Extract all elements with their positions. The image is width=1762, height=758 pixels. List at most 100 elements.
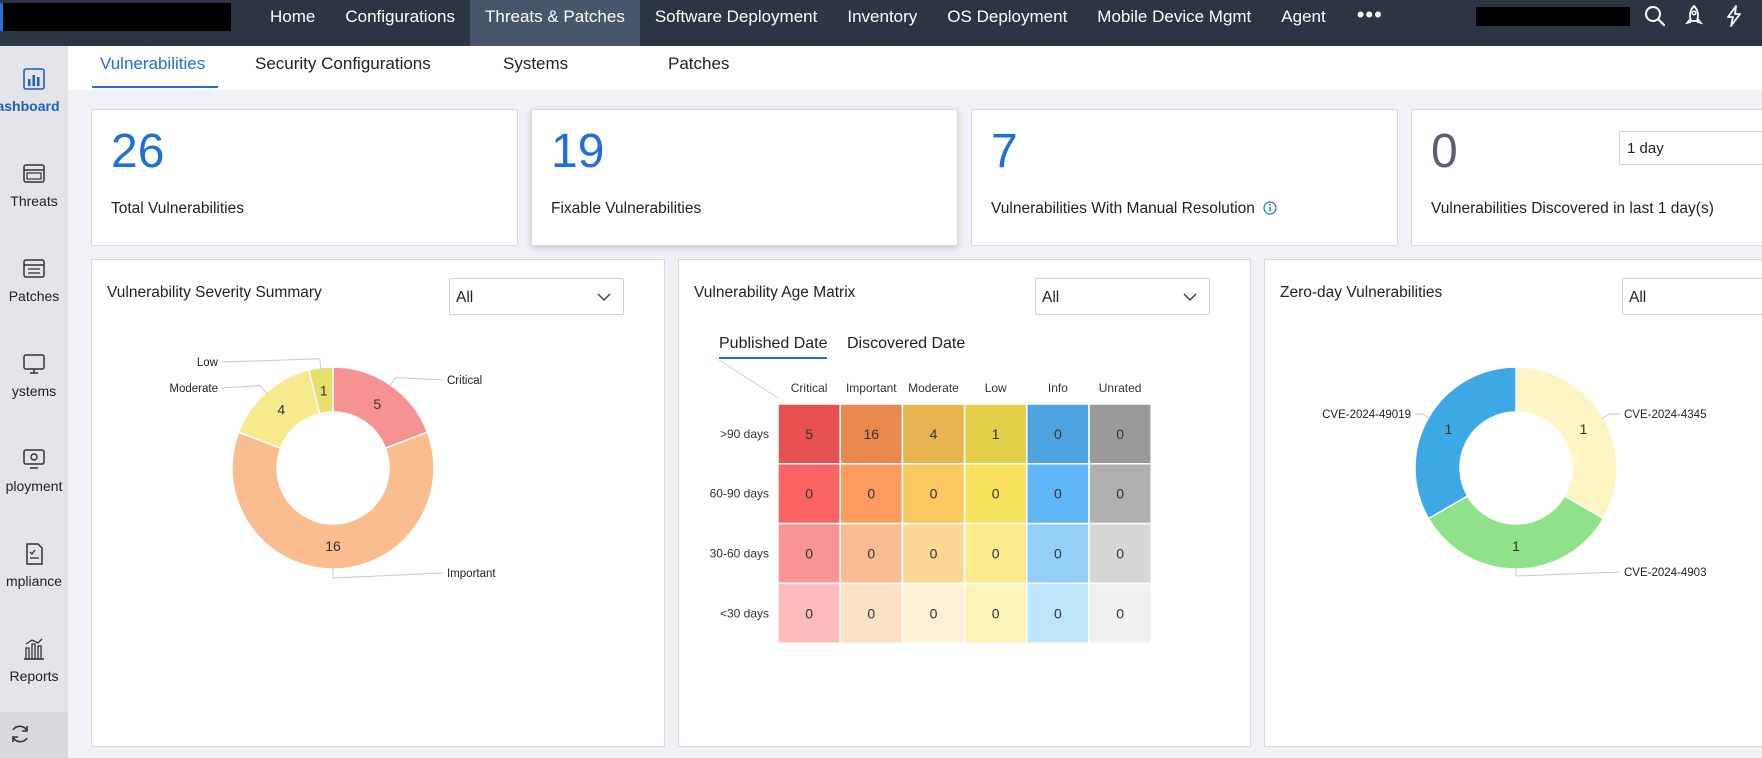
lightning-icon[interactable] xyxy=(1722,4,1746,28)
nav-software-deployment[interactable]: Software Deployment xyxy=(640,0,833,46)
sidebar-item-patches[interactable]: Patches xyxy=(0,256,68,304)
stat-card-fixable[interactable]: 19 Fixable Vulnerabilities xyxy=(531,109,958,246)
matrix-cell-value: 0 xyxy=(1054,546,1062,562)
severity-donut-chart: 5 Critical 16 Important 4 Moderate 1 Low xyxy=(169,357,496,580)
matrix-cell-value: 0 xyxy=(1054,486,1062,502)
sidebar-item-threats[interactable]: Threats xyxy=(0,161,68,209)
matrix-column-header: Low xyxy=(985,381,1007,395)
sidebar-item-label: Patches xyxy=(8,288,60,304)
active-tab-underline xyxy=(92,86,218,88)
nav-inventory[interactable]: Inventory xyxy=(832,0,932,46)
severity-filter-select[interactable]: All xyxy=(449,278,624,315)
sidebar-item-reports[interactable]: Reports xyxy=(0,636,68,684)
age-tab-underline xyxy=(719,357,827,359)
slice-leader-line xyxy=(221,358,322,370)
matrix-cell-value: 0 xyxy=(867,486,875,502)
slice-category-label: Critical xyxy=(447,375,482,387)
matrix-cell-value: 0 xyxy=(930,546,938,562)
sidebar-item-systems[interactable]: ystems xyxy=(0,351,68,399)
slice-leader-line xyxy=(221,385,268,395)
total-vulnerabilities-label: Total Vulnerabilities xyxy=(111,200,244,217)
zero-day-filter-value: All xyxy=(1629,289,1647,306)
matrix-row-header: 60-90 days xyxy=(710,487,769,501)
matrix-cell-value: 0 xyxy=(1116,486,1124,502)
matrix-cell-value: 0 xyxy=(867,546,875,562)
matrix-cell-value: 0 xyxy=(805,605,813,621)
nav-configurations[interactable]: Configurations xyxy=(330,0,470,46)
matrix-cell-value: 1 xyxy=(992,426,1000,442)
panel-age-matrix: Vulnerability Age Matrix All Published D… xyxy=(678,259,1251,747)
zero-day-donut-chart: 1 CVE-2024-4345 1 CVE-2024-4903 1 CVE-2024-49… xyxy=(1322,366,1706,579)
zero-day-filter-select[interactable]: All xyxy=(1622,278,1762,315)
search-icon[interactable] xyxy=(1643,4,1667,28)
matrix-cell-value: 0 xyxy=(1054,426,1062,442)
donut-slice-cve-2024-49019[interactable] xyxy=(1414,366,1517,520)
donut-slice-cve-2024-4903[interactable] xyxy=(1427,494,1605,570)
slice-value-label: 5 xyxy=(373,396,381,412)
slice-leader-line xyxy=(332,567,444,579)
logo-mark xyxy=(0,3,3,31)
sidebar-item-label: ployment xyxy=(5,478,63,494)
matrix-row-header: <30 days xyxy=(720,606,769,620)
nav-agent[interactable]: Agent xyxy=(1266,0,1340,46)
panel-severity-summary: Vulnerability Severity Summary All 5 Crit… xyxy=(91,259,665,747)
sidebar-item-compliance[interactable]: mpliance xyxy=(0,541,68,589)
stat-card-total[interactable]: 26 Total Vulnerabilities xyxy=(91,109,518,246)
slice-value-label: 1 xyxy=(320,383,328,399)
refresh-icon[interactable] xyxy=(9,723,31,745)
matrix-corner-line xyxy=(718,360,779,399)
dashboard-icon xyxy=(23,68,45,90)
redacted-user xyxy=(1476,7,1630,26)
nav-home[interactable]: Home xyxy=(255,0,330,46)
matrix-cell-value: 0 xyxy=(1116,546,1124,562)
fixable-vulnerabilities-label: Fixable Vulnerabilities xyxy=(551,200,702,217)
age-filter-select[interactable]: All xyxy=(1035,278,1210,315)
manual-resolution-label-row: Vulnerabilities With Manual Resolution xyxy=(991,200,1277,218)
patches-icon xyxy=(23,259,45,278)
sidebar-footer xyxy=(0,712,68,758)
rocket-icon[interactable] xyxy=(1682,4,1706,28)
sidebar-item-dashboard[interactable]: ashboard xyxy=(0,66,68,114)
matrix-column-header: Info xyxy=(1048,381,1068,395)
tab-vulnerabilities[interactable]: Vulnerabilities xyxy=(100,54,205,74)
stat-card-manual-resolution[interactable]: 7 Vulnerabilities With Manual Resolution xyxy=(971,109,1398,246)
matrix-column-header: Critical xyxy=(791,381,828,395)
donut-slice-cve-2024-4345[interactable] xyxy=(1515,366,1618,520)
sidebar-item-label: ystems xyxy=(11,383,57,399)
matrix-cell-value: 5 xyxy=(805,426,813,442)
info-icon[interactable] xyxy=(1263,201,1277,215)
compliance-icon xyxy=(26,543,43,565)
panel-zero-day: Zero-day Vulnerabilities All 1 CVE-2024-4… xyxy=(1264,259,1762,747)
tab-published-date[interactable]: Published Date xyxy=(719,335,828,353)
slice-category-label: Important xyxy=(447,568,496,580)
severity-filter-value: All xyxy=(456,289,474,306)
matrix-cell-value: 0 xyxy=(1054,605,1062,621)
nav-os-deployment[interactable]: OS Deployment xyxy=(932,0,1082,46)
period-select[interactable]: 1 day xyxy=(1619,131,1762,165)
age-filter-value: All xyxy=(1042,289,1060,306)
main-nav: Home Configurations Threats & Patches So… xyxy=(255,0,1399,46)
matrix-cell-value: 0 xyxy=(930,486,938,502)
nav-threats-patches[interactable]: Threats & Patches xyxy=(469,0,640,46)
matrix-cell-value: 0 xyxy=(992,486,1000,502)
stat-card-discovered[interactable]: 0 Vulnerabilities Discovered in last 1 d… xyxy=(1411,109,1762,246)
zero-day-title: Zero-day Vulnerabilities xyxy=(1280,284,1443,301)
matrix-cell-value: 0 xyxy=(867,605,875,621)
nav-mobile-device-mgmt[interactable]: Mobile Device Mgmt xyxy=(1082,0,1266,46)
matrix-row-header: 30-60 days xyxy=(710,547,769,561)
matrix-cell-value: 4 xyxy=(930,426,938,442)
slice-value-label: 16 xyxy=(325,538,341,554)
sidebar-item-deployment[interactable]: ployment xyxy=(0,446,68,494)
severity-summary-title: Vulnerability Severity Summary xyxy=(107,284,322,301)
age-matrix-title: Vulnerability Age Matrix xyxy=(694,284,856,301)
chevron-down-icon xyxy=(597,293,611,302)
sidebar-item-label: mpliance xyxy=(5,573,63,589)
tab-patches[interactable]: Patches xyxy=(668,54,729,74)
matrix-cell-value: 0 xyxy=(930,605,938,621)
more-menu-button[interactable]: ••• xyxy=(1341,0,1399,46)
tab-security-configurations[interactable]: Security Configurations xyxy=(255,54,431,74)
tab-systems[interactable]: Systems xyxy=(503,54,568,74)
systems-icon xyxy=(23,354,45,374)
tab-discovered-date[interactable]: Discovered Date xyxy=(847,335,965,353)
matrix-cell-value: 0 xyxy=(805,486,813,502)
